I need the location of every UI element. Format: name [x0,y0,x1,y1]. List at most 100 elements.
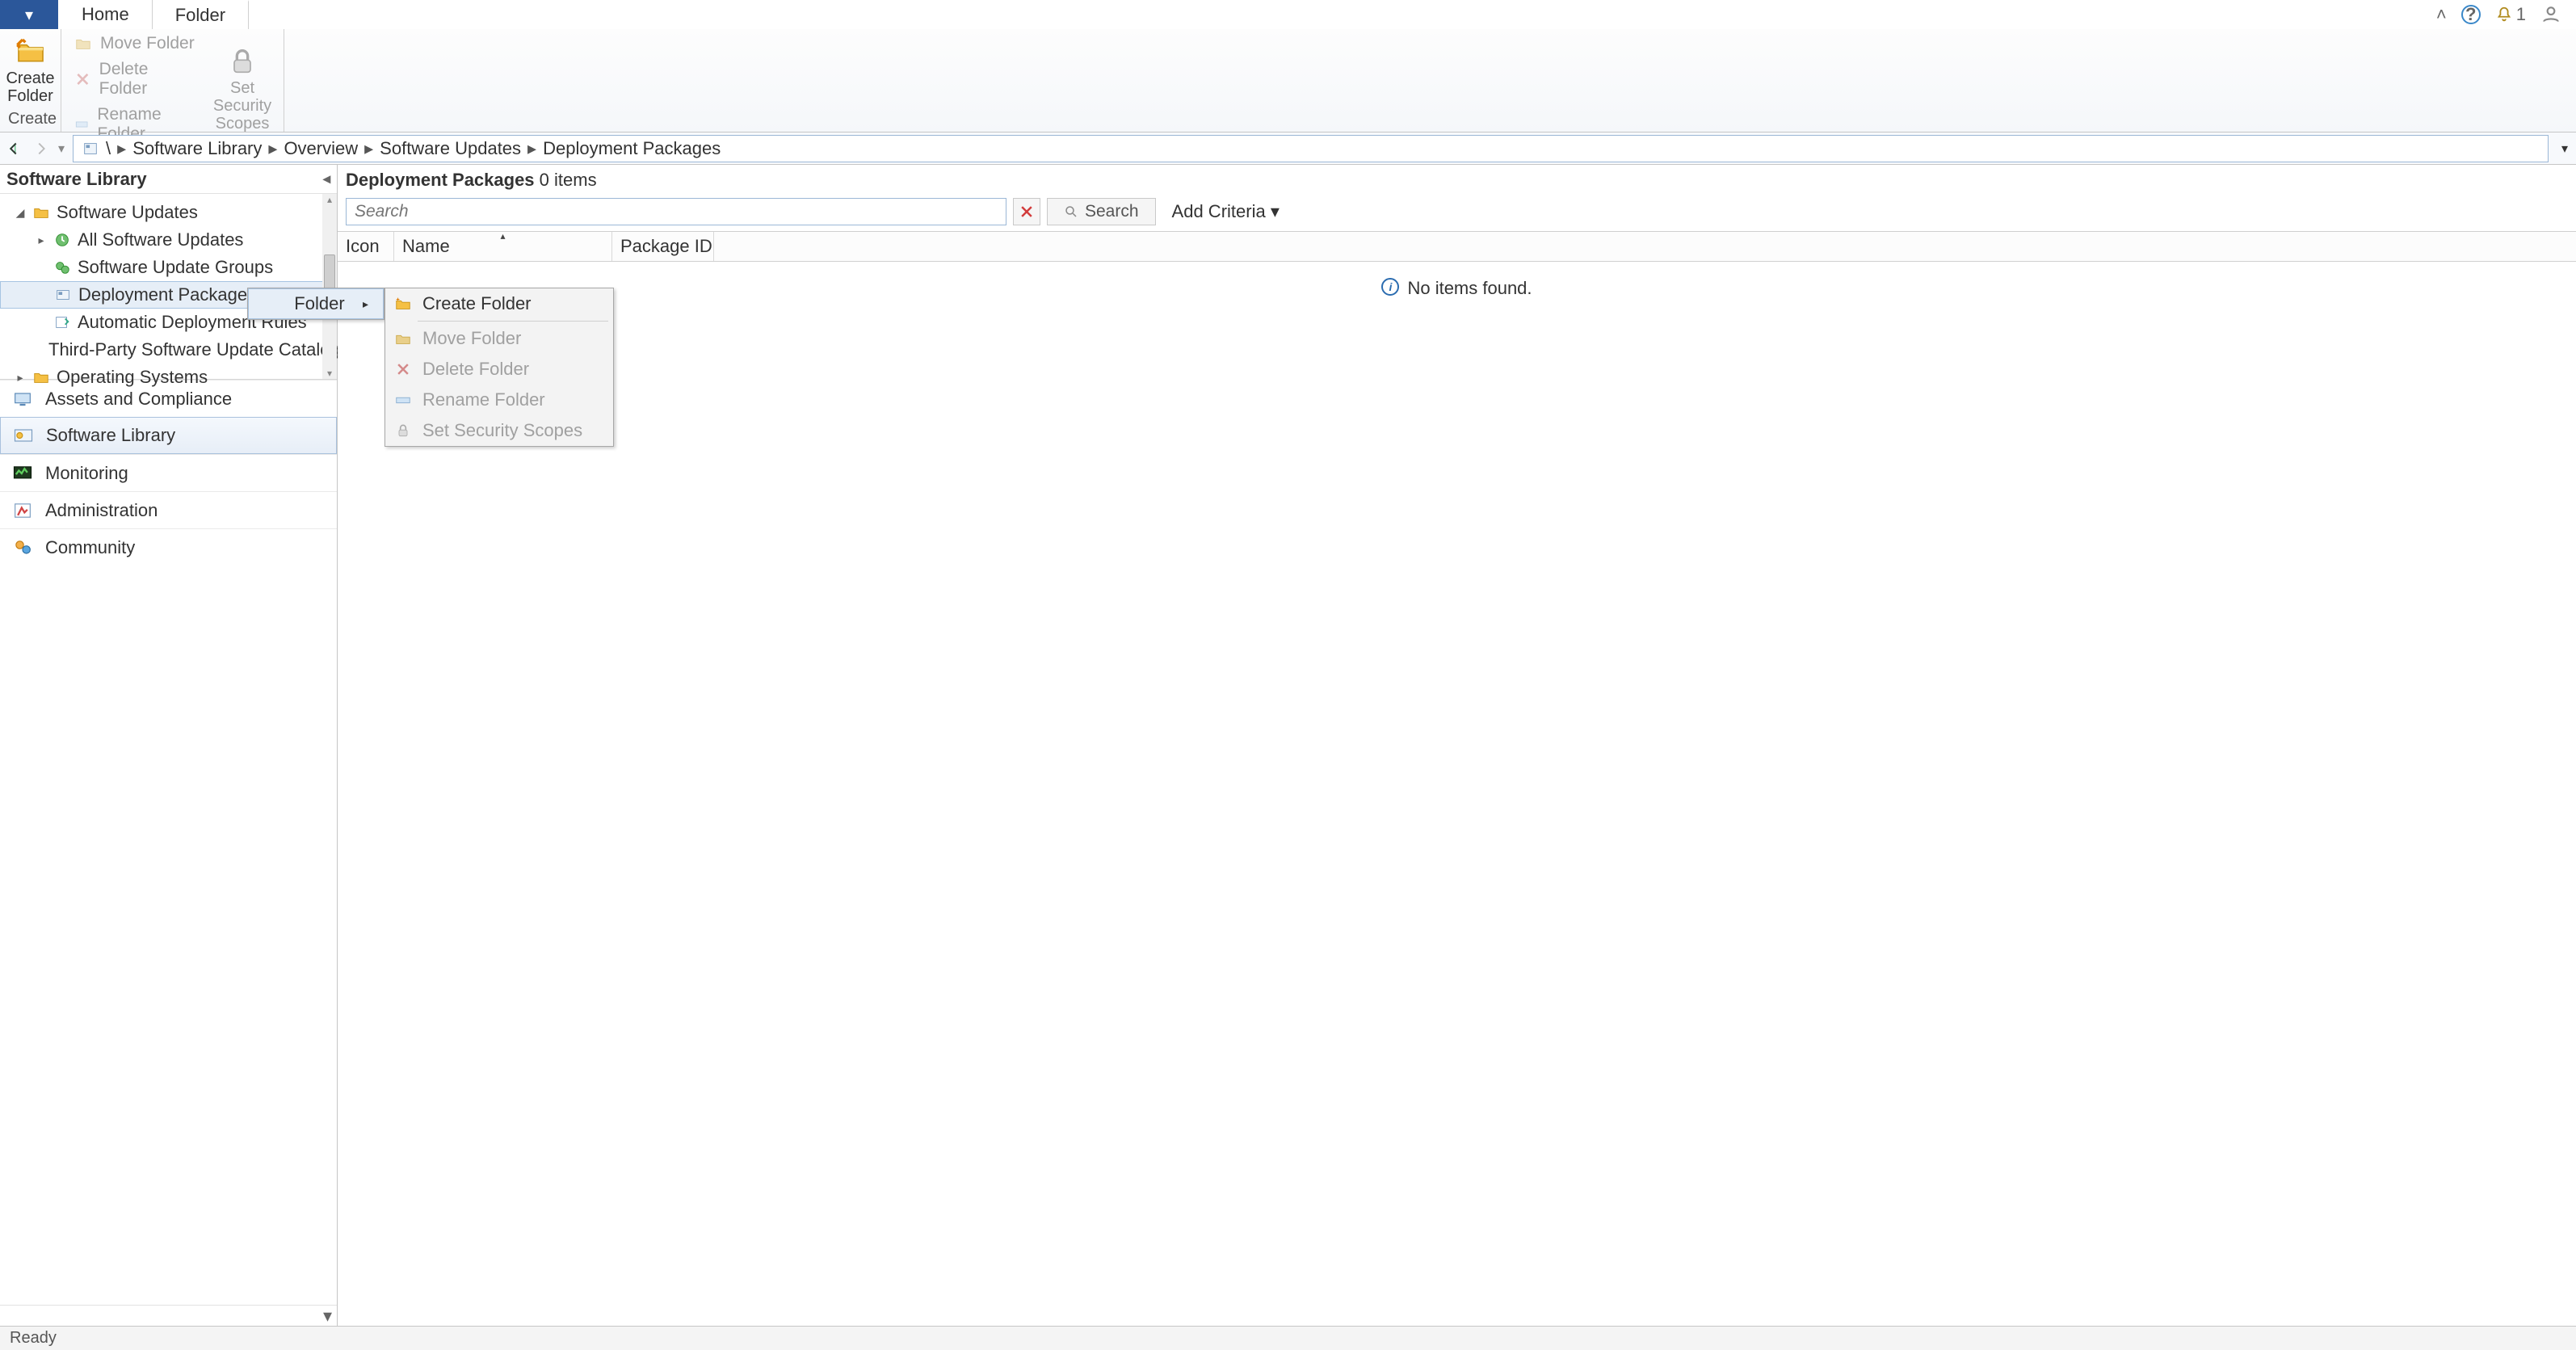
context-submenu-folder: Create Folder Move Folder Delete Folder [385,288,614,447]
breadcrumb[interactable]: \ ▸ Software Library ▸ Overview ▸ Softwa… [73,135,2549,162]
search-input[interactable] [346,198,1006,225]
tree-label: Software Update Groups [78,257,273,278]
search-row: Search Add Criteria ▾ [338,196,2576,228]
set-security-scopes-button[interactable]: Set Security Scopes [209,32,275,145]
sort-asc-icon: ▴ [500,230,505,242]
context-folder-label: Folder [286,293,353,314]
wb-label: Administration [45,500,158,521]
context-create-folder[interactable]: Create Folder [385,288,613,319]
wb-label: Assets and Compliance [45,389,232,410]
expand-toggle-icon[interactable]: ▸ [36,233,47,247]
arrow-left-icon [5,140,23,158]
grid-header: Icon Name ▴ Package ID [338,231,2576,262]
breadcrumb-item[interactable]: Software Library [132,138,262,159]
tree-label: Operating Systems [57,367,208,388]
create-folder-button[interactable]: Create Folder [2,32,59,108]
nav-history-dropdown[interactable]: ▾ [55,141,68,157]
move-folder-icon [74,35,92,53]
tree-item-all-updates[interactable]: ▸ All Software Updates [0,226,337,254]
tab-home[interactable]: Home [59,0,153,29]
breadcrumb-item[interactable]: Deployment Packages [543,138,721,159]
wb-administration[interactable]: Administration [0,491,337,528]
grid-empty-state: i No items found. [338,262,2576,1326]
tab-bar: ▾ Home Folder ˄ ? 1 [0,0,2576,29]
spacer [257,294,276,313]
library-icon [12,424,35,447]
wb-software-library[interactable]: Software Library [0,417,337,454]
ribbon: Create Folder Create Move Folder Delete … [0,29,2576,132]
quick-access-button[interactable]: ▾ [0,0,59,29]
folder-icon [32,204,50,221]
search-button[interactable]: Search [1047,198,1156,225]
folder-icon [32,368,50,386]
column-package-id[interactable]: Package ID [612,232,714,261]
context-label: Rename Folder [422,389,545,410]
context-label: Set Security Scopes [422,420,582,441]
empty-text: No items found. [1407,278,1532,299]
monitoring-icon [11,462,34,485]
tree-item-update-groups[interactable]: Software Update Groups [0,254,337,281]
context-move-folder[interactable]: Move Folder [385,323,613,354]
wb-label: Software Library [46,425,175,446]
context-delete-folder[interactable]: Delete Folder [385,354,613,385]
info-icon: i [1381,278,1399,296]
collapse-nav-icon[interactable]: ◂ [323,170,330,187]
scroll-up-icon[interactable]: ▴ [327,194,332,205]
scroll-down-icon[interactable]: ▾ [327,368,332,379]
rename-icon [393,390,413,410]
notification-bell[interactable]: 1 [2495,4,2526,25]
address-bar-row: ▾ \ ▸ Software Library ▸ Overview ▸ Soft… [0,132,2576,165]
expand-toggle-icon[interactable]: ▸ [15,371,26,385]
delete-icon [393,360,413,379]
chevron-right-icon: ▸ [117,138,126,159]
tree-scrollbar[interactable]: ▴ ▾ [322,194,337,379]
new-folder-icon [15,36,47,68]
add-criteria-label: Add Criteria [1172,201,1266,221]
lock-icon [226,45,258,78]
breadcrumb-item[interactable]: Overview [284,138,358,159]
arrow-right-icon [32,140,50,158]
column-name[interactable]: Name ▴ [394,232,612,261]
main-title: Deployment Packages [346,170,535,190]
tab-folder[interactable]: Folder [153,0,249,29]
ribbon-collapse-icon[interactable]: ˄ [2436,4,2447,25]
tree-item-software-updates[interactable]: ◢ Software Updates [0,199,337,226]
breadcrumb-item[interactable]: Software Updates [380,138,521,159]
help-icon[interactable]: ? [2461,5,2481,24]
wb-overflow[interactable]: ▾ [0,1305,337,1326]
address-dropdown[interactable]: ▾ [2553,141,2576,157]
context-folder-item[interactable]: Folder ▸ [248,288,384,319]
wb-community[interactable]: Community [0,528,337,566]
lock-icon [393,421,413,440]
move-folder-button[interactable]: Move Folder [69,32,200,55]
column-name-label: Name [402,236,450,257]
tree-item-third-party[interactable]: Third-Party Software Update Catalogs [0,336,337,364]
tree-item-operating-systems[interactable]: ▸ Operating Systems [0,364,337,391]
clear-x-icon [1019,204,1035,220]
context-rename-folder[interactable]: Rename Folder [385,385,613,415]
collapse-toggle-icon[interactable]: ◢ [15,206,26,220]
workspace: Software Library ◂ ◢ Software Updates ▸ … [0,165,2576,1326]
wb-monitoring[interactable]: Monitoring [0,454,337,491]
ribbon-group-label-create: Create [8,108,53,132]
nav-forward-button[interactable] [27,135,55,162]
node-icon [82,140,99,158]
chevron-right-icon: ▸ [364,138,373,159]
move-folder-label: Move Folder [100,34,195,53]
breadcrumb-root[interactable]: \ [106,138,111,159]
move-folder-icon [393,329,413,348]
add-criteria-button[interactable]: Add Criteria ▾ [1162,201,1280,222]
nav-back-button[interactable] [0,135,27,162]
status-bar: Ready [0,1326,2576,1350]
community-icon [11,536,34,559]
main-panel: Deployment Packages 0 items Search Add C… [338,165,2576,1326]
delete-folder-button[interactable]: Delete Folder [69,58,200,100]
user-icon[interactable] [2540,4,2561,25]
tree-label: Deployment Packages [78,284,256,305]
main-header: Deployment Packages 0 items [338,165,2576,196]
delete-icon [74,70,91,88]
column-icon[interactable]: Icon [338,232,394,261]
clear-search-button[interactable] [1013,198,1040,225]
menu-separator [418,321,608,322]
context-security-scopes[interactable]: Set Security Scopes [385,415,613,446]
